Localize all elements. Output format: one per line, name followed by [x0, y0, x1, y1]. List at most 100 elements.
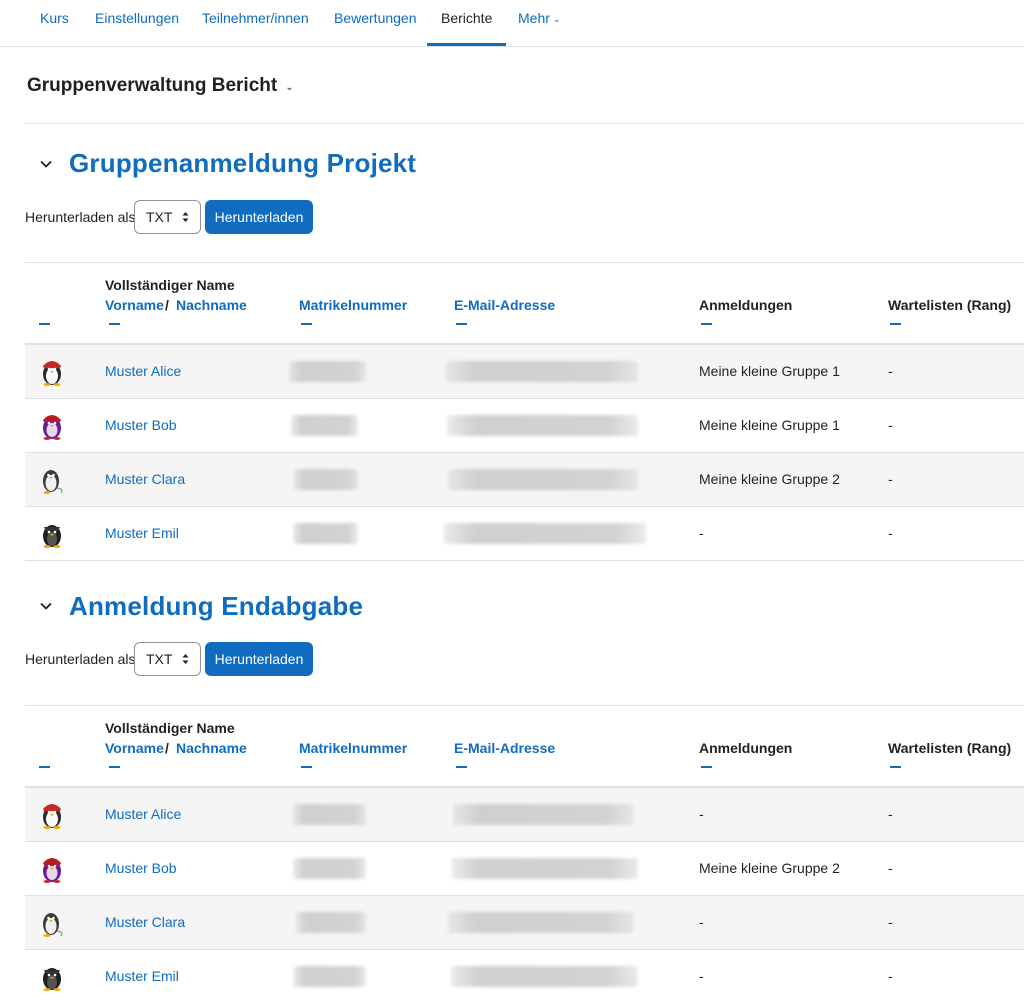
participant-name-link[interactable]: Muster Bob — [105, 842, 177, 895]
redacted-idnumber — [296, 912, 366, 933]
nav-item-mehr[interactable]: Mehr ⌄ — [518, 0, 560, 46]
nav-item-kurs[interactable]: Kurs — [40, 0, 69, 46]
header-email-sort[interactable]: E-Mail-Adresse — [454, 740, 555, 756]
header-lastname-sort[interactable]: Nachname — [176, 740, 247, 756]
header-lastname-sort[interactable]: Nachname — [176, 297, 247, 313]
download-format-select[interactable]: TXT — [134, 642, 201, 676]
secondary-navigation: Kurs Einstellungen Teilnehmer/innen Bewe… — [0, 0, 1024, 47]
header-registrations: Anmeldungen — [699, 297, 793, 313]
sort-dash-icon[interactable] — [39, 766, 50, 768]
chevron-down-icon[interactable] — [38, 156, 54, 172]
redacted-email — [452, 858, 638, 879]
waitlist-value: - — [888, 525, 893, 541]
waitlist-value: - — [888, 417, 893, 433]
header-firstname-sort[interactable]: Vorname — [105, 297, 164, 313]
nav-item-berichte[interactable]: Berichte — [427, 0, 507, 46]
sort-dash-icon[interactable] — [301, 323, 312, 325]
download-format-select[interactable]: TXT — [134, 200, 201, 234]
header-separator: / — [165, 297, 169, 313]
nav-item-einstellungen[interactable]: Einstellungen — [95, 0, 179, 46]
redacted-email — [448, 912, 633, 933]
sort-dash-icon[interactable] — [890, 766, 901, 768]
registrations-value: - — [699, 914, 704, 930]
sort-dash-icon[interactable] — [39, 323, 50, 325]
registrations-value: Meine kleine Gruppe 2 — [699, 471, 840, 487]
participant-name-link[interactable]: Muster Clara — [105, 896, 185, 949]
report-table: Vollständiger Name Vorname / Nachname Ma… — [25, 262, 1024, 561]
table-row: Muster Alice Meine kleine Gruppe 1 - — [25, 345, 1024, 399]
table-header: Vollständiger Name Vorname / Nachname Ma… — [25, 705, 1024, 788]
section-title: Gruppenanmeldung Projekt — [69, 148, 417, 178]
sort-dash-icon[interactable] — [701, 766, 712, 768]
table-row: Muster Clara Meine kleine Gruppe 2 - — [25, 453, 1024, 507]
redacted-email — [448, 469, 638, 490]
redacted-idnumber — [294, 469, 358, 490]
waitlist-value: - — [888, 363, 893, 379]
penguin-avatar-dark-icon — [43, 968, 61, 991]
participant-name-link[interactable]: Muster Clara — [105, 453, 185, 506]
participant-name-link[interactable]: Muster Bob — [105, 399, 177, 452]
participant-name-link[interactable]: Muster Emil — [105, 507, 179, 560]
table-row: Muster Clara - - — [25, 896, 1024, 950]
header-waitlist: Wartelisten (Rang) — [888, 297, 1012, 313]
header-separator: / — [165, 740, 169, 756]
nav-item-mehr-label: Mehr — [518, 10, 550, 26]
redacted-idnumber — [293, 858, 366, 879]
header-fullname: Vollständiger Name — [105, 720, 235, 736]
sort-dash-icon[interactable] — [456, 323, 467, 325]
header-fullname: Vollständiger Name — [105, 277, 235, 293]
redacted-email — [447, 415, 638, 436]
table-row: Muster Bob Meine kleine Gruppe 1 - — [25, 399, 1024, 453]
report-selector[interactable]: Gruppenverwaltung Bericht ⌄ — [27, 75, 294, 97]
participant-name-link[interactable]: Muster Alice — [105, 345, 181, 398]
penguin-avatar-red-purple-icon — [43, 415, 61, 440]
table-row: Muster Bob Meine kleine Gruppe 2 - — [25, 842, 1024, 896]
waitlist-value: - — [888, 968, 893, 984]
redacted-email — [446, 361, 638, 382]
penguin-avatar-dark-icon — [43, 525, 61, 548]
header-firstname-sort[interactable]: Vorname — [105, 740, 164, 756]
redacted-idnumber — [289, 361, 366, 382]
table-row: Muster Emil - - — [25, 950, 1024, 1000]
header-idnumber-sort[interactable]: Matrikelnummer — [299, 297, 407, 313]
chevron-down-icon: ⌄ — [285, 82, 294, 93]
report-table: Vollständiger Name Vorname / Nachname Ma… — [25, 705, 1024, 1000]
chevron-down-icon[interactable] — [38, 598, 54, 614]
waitlist-value: - — [888, 860, 893, 876]
download-button[interactable]: Herunterladen — [205, 200, 313, 234]
redacted-idnumber — [291, 415, 358, 436]
participant-name-link[interactable]: Muster Emil — [105, 950, 179, 1000]
header-idnumber-sort[interactable]: Matrikelnummer — [299, 740, 407, 756]
waitlist-value: - — [888, 806, 893, 822]
registrations-value: - — [699, 525, 704, 541]
penguin-avatar-red-white-icon — [43, 361, 61, 386]
redacted-email — [444, 523, 646, 544]
nav-item-teilnehmer[interactable]: Teilnehmer/innen — [202, 0, 309, 46]
penguin-avatar-red-purple-icon — [43, 858, 61, 883]
penguin-avatar-grey-icon — [43, 913, 63, 937]
registrations-value: Meine kleine Gruppe 2 — [699, 860, 840, 876]
table-row: Muster Emil - - — [25, 507, 1024, 561]
divider — [25, 123, 1024, 124]
participant-name-link[interactable]: Muster Alice — [105, 788, 181, 841]
redacted-idnumber — [293, 804, 366, 825]
download-button[interactable]: Herunterladen — [205, 642, 313, 676]
redacted-idnumber — [293, 523, 358, 544]
sort-dash-icon[interactable] — [301, 766, 312, 768]
registrations-value: - — [699, 806, 704, 822]
table-row: Muster Alice - - — [25, 788, 1024, 842]
sort-dash-icon[interactable] — [109, 323, 120, 325]
sort-dash-icon[interactable] — [109, 766, 120, 768]
penguin-avatar-grey-icon — [43, 470, 63, 494]
registrations-value: - — [699, 968, 704, 984]
select-arrows-icon — [182, 654, 189, 664]
header-registrations: Anmeldungen — [699, 740, 793, 756]
sort-dash-icon[interactable] — [456, 766, 467, 768]
sort-dash-icon[interactable] — [890, 323, 901, 325]
header-email-sort[interactable]: E-Mail-Adresse — [454, 297, 555, 313]
nav-item-bewertungen[interactable]: Bewertungen — [334, 0, 417, 46]
download-format-value: TXT — [146, 209, 173, 225]
header-waitlist: Wartelisten (Rang) — [888, 740, 1012, 756]
sort-dash-icon[interactable] — [701, 323, 712, 325]
chevron-down-icon: ⌄ — [552, 14, 561, 24]
